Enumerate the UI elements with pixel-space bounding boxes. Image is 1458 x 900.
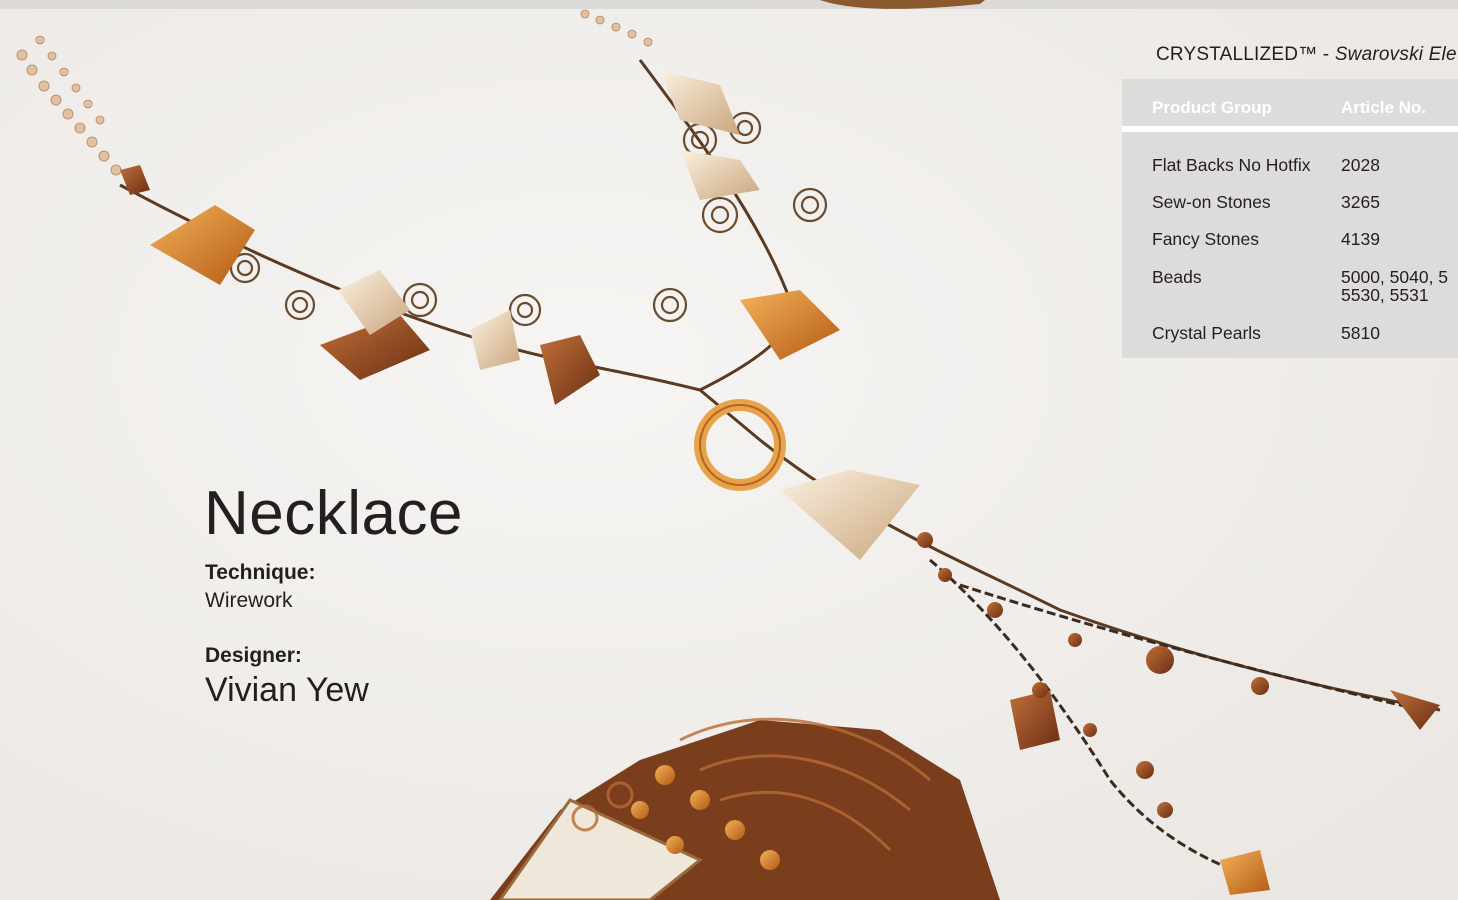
- cell-product-group: Beads: [1152, 267, 1202, 287]
- technique-value: Wirework: [205, 589, 293, 612]
- piece-title: Necklace: [204, 479, 463, 548]
- cell-product-group: Crystal Pearls: [1152, 323, 1261, 343]
- spec-title: CRYSTALLIZED™ - Swarovski Ele: [1156, 44, 1457, 65]
- cell-article-no: 5000, 5040, 5 5530, 5531: [1341, 267, 1449, 305]
- cell-article-no: 2028: [1341, 155, 1380, 175]
- designer-label: Designer:: [205, 644, 302, 667]
- column-header-product-group: Product Group: [1152, 98, 1272, 117]
- technique-label: Technique:: [205, 561, 316, 584]
- column-header-article-no: Article No.: [1341, 98, 1427, 117]
- cell-article-no: 3265: [1341, 192, 1380, 212]
- designer-value: Vivian Yew: [205, 671, 369, 709]
- cell-product-group: Fancy Stones: [1152, 229, 1259, 249]
- cell-article-no: 4139: [1341, 229, 1380, 249]
- table-header: Product Group Article No.: [1122, 79, 1458, 132]
- cell-article-no: 5810: [1341, 323, 1380, 343]
- product-table: Product Group Article No. Flat Backs No …: [1122, 79, 1458, 358]
- cell-product-group: Flat Backs No Hotfix: [1152, 155, 1311, 175]
- cell-product-group: Sew-on Stones: [1152, 192, 1271, 212]
